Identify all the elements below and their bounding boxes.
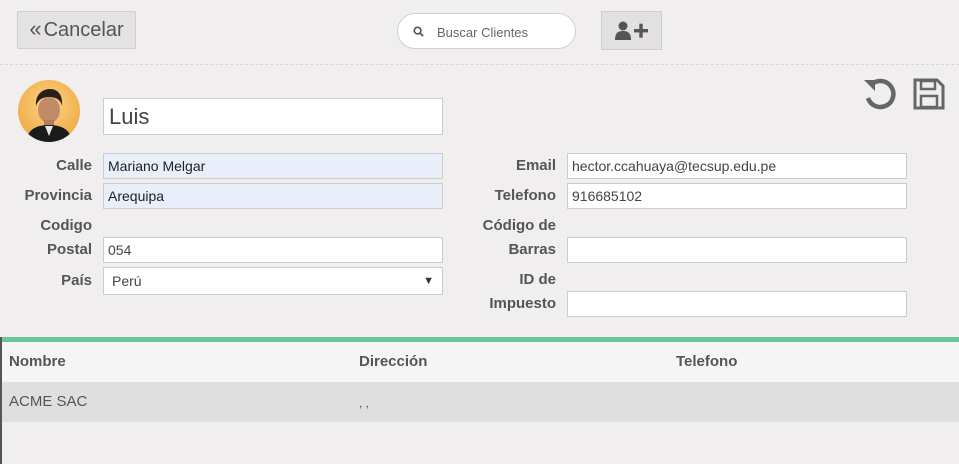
column-header-nombre: Nombre	[9, 353, 66, 370]
calle-field[interactable]	[103, 153, 443, 179]
provincia-label: Provincia	[24, 187, 92, 204]
customers-table: Nombre Dirección Telefono ACME SAC , ,	[2, 342, 959, 422]
email-label: Email	[515, 157, 556, 174]
caret-down-icon: ▼	[423, 275, 434, 287]
email-field[interactable]	[567, 153, 907, 179]
search-input[interactable]	[435, 22, 569, 42]
column-header-telefono: Telefono	[676, 353, 738, 370]
chevrons-left-icon: «	[29, 16, 42, 41]
barcode-label-line1: Código de	[482, 217, 556, 234]
save-icon[interactable]	[912, 77, 946, 111]
user-plus-icon	[614, 21, 648, 40]
search-icon	[413, 26, 424, 37]
codigo-postal-label-line2: Postal	[46, 241, 92, 258]
cancel-label: Cancelar	[43, 18, 124, 41]
calle-label: Calle	[56, 157, 92, 174]
cancel-button[interactable]: « Cancelar	[17, 11, 136, 49]
pais-select[interactable]: Perú ▼	[103, 267, 443, 295]
customer-name-input[interactable]	[103, 98, 443, 135]
add-customer-button[interactable]	[601, 11, 662, 50]
search-box[interactable]	[397, 13, 576, 49]
telefono-label: Telefono	[494, 187, 556, 204]
undo-icon[interactable]	[862, 77, 898, 111]
tax-id-field[interactable]	[567, 291, 907, 317]
avatar-photo-icon	[26, 89, 72, 142]
avatar[interactable]	[18, 80, 80, 142]
telefono-field[interactable]	[567, 183, 907, 209]
pais-label: País	[61, 272, 92, 289]
cell-nombre: ACME SAC	[9, 393, 88, 410]
table-header: Nombre Dirección Telefono	[2, 342, 959, 382]
top-toolbar: « Cancelar	[0, 0, 959, 65]
tax-id-label-line1: ID de	[519, 271, 556, 288]
provincia-field[interactable]	[103, 183, 443, 209]
table-row[interactable]: ACME SAC , ,	[2, 382, 959, 422]
pais-selected-value: Perú	[112, 273, 142, 289]
codigo-postal-field[interactable]	[103, 237, 443, 263]
codigo-postal-label-line1: Codigo	[40, 217, 92, 234]
barcode-label-line2: Barras	[508, 241, 556, 258]
column-header-direccion: Dirección	[359, 353, 428, 370]
barcode-field[interactable]	[567, 237, 907, 263]
cell-direccion: , ,	[359, 396, 370, 410]
tax-id-label-line2: Impuesto	[489, 295, 556, 312]
